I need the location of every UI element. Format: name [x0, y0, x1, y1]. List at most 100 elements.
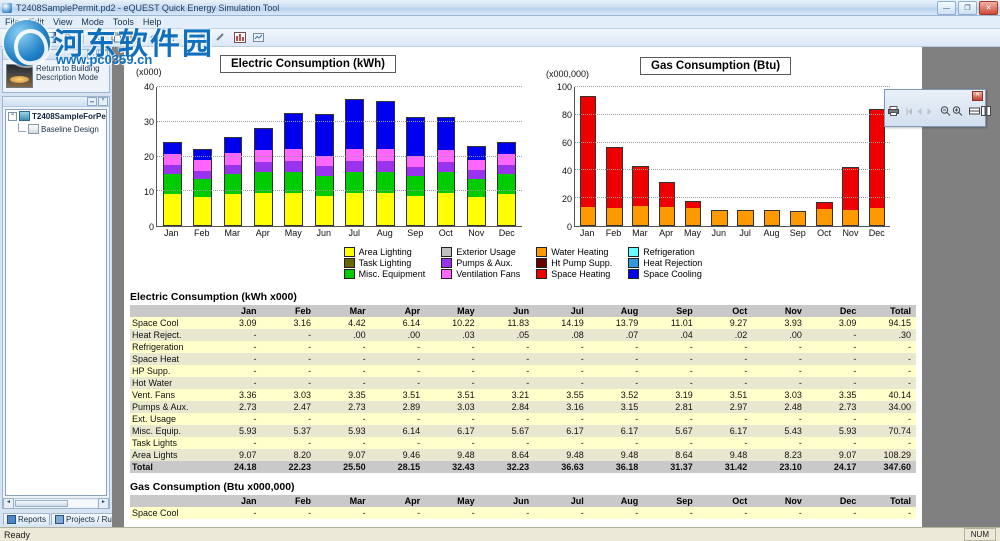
tree-node-project-label: T2408SampleForPermit — [32, 111, 106, 121]
tree-node-baseline-design[interactable]: Baseline Design — [6, 122, 106, 136]
report-print-toolbar-close-button[interactable]: ✕ — [972, 91, 983, 101]
menu-item-edit[interactable]: Edit — [29, 17, 45, 27]
table-cell: - — [316, 365, 371, 377]
stacked-bar — [193, 148, 213, 226]
project-tree[interactable]: − T2408SampleForPermit Baseline Design — [5, 109, 107, 496]
return-to-building-description-mode-button[interactable]: Return to Building Description Mode — [3, 60, 109, 92]
table-cell: - — [370, 507, 426, 519]
fit-width-icon[interactable] — [969, 105, 980, 117]
tree-horizontal-scrollbar[interactable]: ◄ ► — [3, 498, 109, 509]
chart-icon[interactable] — [231, 30, 248, 46]
scroll-right-arrow-icon[interactable]: ► — [98, 498, 109, 509]
report-print-toolbar[interactable]: ✕ — [884, 89, 991, 127]
table-cell: - — [370, 353, 426, 365]
tree-panel-close-button[interactable]: × — [98, 97, 108, 106]
bar-segment — [607, 208, 622, 225]
zoom-out-icon[interactable] — [940, 105, 951, 117]
bar-slot — [811, 87, 837, 226]
bar-segment — [659, 206, 674, 225]
table-cell: - — [806, 353, 862, 365]
legend-item: Pumps & Aux. — [441, 258, 520, 268]
bar-segment — [346, 160, 364, 172]
table-cell: - — [806, 437, 862, 449]
table-cell: 3.51 — [697, 389, 753, 401]
table-cell: 108.29 — [861, 449, 916, 461]
menu-item-file[interactable]: File — [5, 17, 20, 27]
grid-line — [575, 86, 890, 87]
tree-panel-minimize-button[interactable]: ▁ — [87, 97, 97, 106]
table-cell: 2.73 — [316, 401, 371, 413]
table-header-cell: Jun — [479, 305, 535, 317]
mode-panel-minimize-button[interactable]: ▁ — [87, 50, 97, 59]
paste-icon[interactable] — [127, 30, 144, 46]
x-tick-label: Feb — [605, 228, 622, 238]
report-viewport[interactable]: (x000) Electric Consumption (kWh) 0 10 20 3… — [112, 47, 1000, 527]
bar-slot — [431, 87, 461, 226]
table-cell: 32.23 — [479, 461, 535, 473]
prev-page-icon[interactable] — [915, 105, 924, 117]
report-icon[interactable] — [250, 30, 267, 46]
bar-slot — [370, 87, 400, 226]
detail-icon[interactable] — [212, 30, 229, 46]
fit-page-icon[interactable] — [981, 105, 991, 117]
scroll-track[interactable] — [15, 500, 97, 507]
save-icon[interactable] — [42, 30, 59, 46]
zoom-in-icon[interactable] — [952, 105, 963, 117]
run-icon[interactable] — [61, 30, 78, 46]
stacked-bar — [737, 209, 754, 226]
table-row: Heat Reject. - - .00.00.03.05.08.07.04.02.0… — [130, 329, 916, 341]
legend-label: Refrigeration — [643, 247, 695, 257]
legend-swatch — [536, 247, 548, 257]
table-cell: 3.36 — [207, 389, 262, 401]
bar-segment — [224, 164, 242, 175]
table-cell: - — [261, 413, 317, 425]
table-cell: - — [534, 437, 589, 449]
help-icon[interactable]: ? — [165, 30, 182, 46]
legend-swatch — [536, 269, 548, 279]
next-page-icon[interactable] — [925, 105, 934, 117]
table-cell: 2.89 — [370, 401, 426, 413]
menu-item-mode[interactable]: Mode — [81, 17, 104, 27]
bar-segment — [163, 143, 181, 154]
legend-label: Space Heating — [551, 269, 611, 279]
undo-icon[interactable] — [146, 30, 163, 46]
table-cell: - — [316, 413, 371, 425]
first-page-icon[interactable] — [905, 105, 914, 117]
bar-segment — [633, 206, 648, 225]
cut-icon[interactable] — [89, 30, 106, 46]
scroll-thumb[interactable] — [15, 500, 68, 507]
bar-segment — [194, 160, 212, 171]
table-cell: - — [643, 365, 698, 377]
wizard-icon[interactable] — [193, 30, 210, 46]
table-cell: - — [861, 341, 916, 353]
mode-panel-close-button[interactable]: × — [98, 50, 108, 59]
open-icon[interactable] — [23, 30, 40, 46]
tab-reports[interactable]: Reports — [3, 513, 51, 525]
table-cell: 2.73 — [806, 401, 862, 413]
mode-label-line2: Description Mode — [36, 73, 99, 82]
table-row-label: Ext. Usage — [130, 413, 207, 425]
print-icon[interactable] — [888, 105, 899, 117]
electric-chart-scale-note: (x000) — [136, 67, 162, 77]
y-tick-label: 100 — [556, 82, 572, 92]
minimize-button[interactable]: — — [937, 1, 956, 15]
table-row: Hot Water - - - - - - - - - - - - - — [130, 377, 916, 389]
tree-node-project[interactable]: − T2408SampleForPermit — [6, 110, 106, 122]
x-tick-label: Jun — [316, 228, 331, 238]
table-cell: - — [425, 377, 480, 389]
close-button[interactable]: ✕ — [979, 1, 998, 15]
menu-item-tools[interactable]: Tools — [113, 17, 134, 27]
gas-chart-title: Gas Consumption (Btu) — [640, 57, 792, 75]
table-cell: - — [425, 507, 480, 519]
table-cell: - — [261, 507, 317, 519]
menu-item-help[interactable]: Help — [143, 17, 162, 27]
maximize-button[interactable]: ❐ — [958, 1, 977, 15]
copy-icon[interactable] — [108, 30, 125, 46]
scroll-left-arrow-icon[interactable]: ◄ — [3, 498, 14, 509]
tree-expand-toggle[interactable]: − — [8, 111, 17, 121]
new-icon[interactable] — [4, 30, 21, 46]
menu-item-view[interactable]: View — [53, 17, 72, 27]
table-cell: 9.07 — [806, 449, 862, 461]
stacked-bar — [868, 108, 885, 226]
bar-segment — [738, 210, 753, 225]
